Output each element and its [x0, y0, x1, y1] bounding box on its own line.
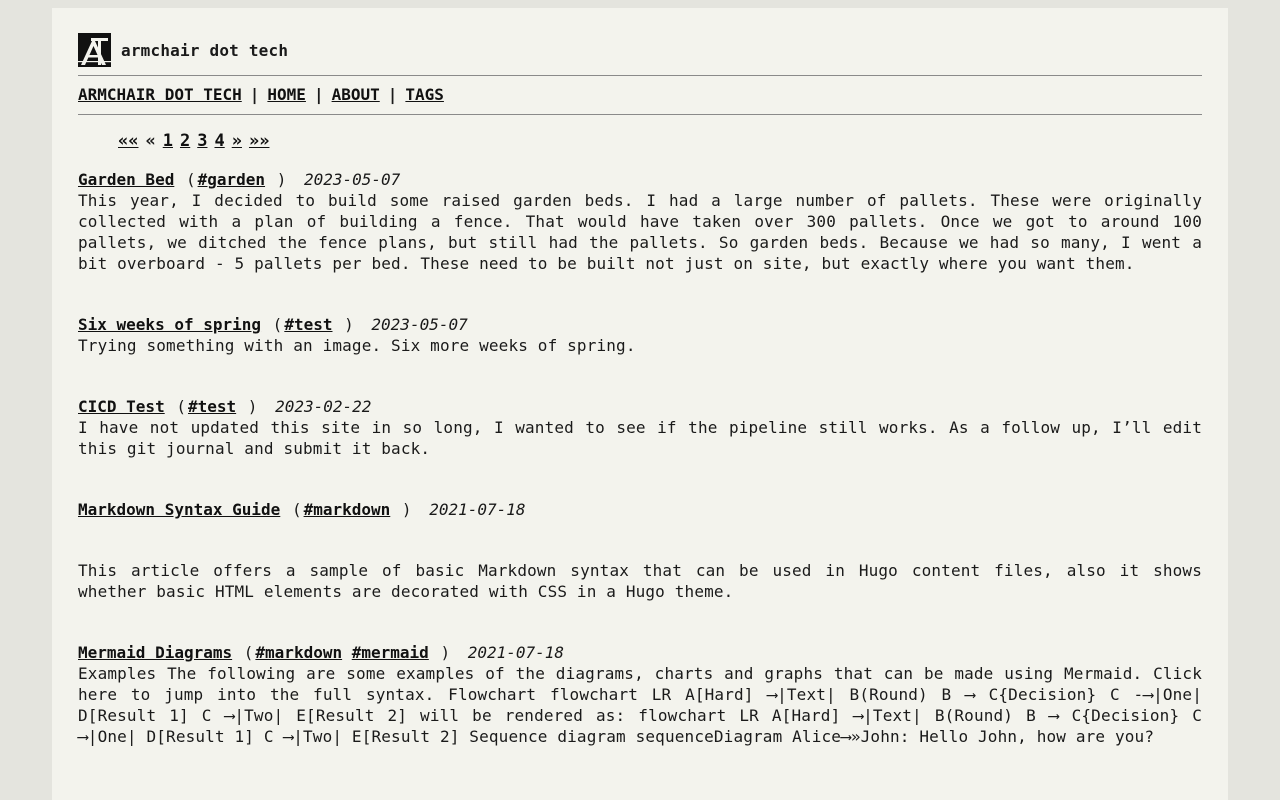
post-title-link[interactable]: Markdown Syntax Guide [78, 500, 280, 519]
nav-item-home[interactable]: HOME [267, 85, 306, 104]
nav-item-armchair-dot-tech[interactable]: ARMCHAIR DOT TECH [78, 85, 242, 104]
site-header: armchair dot tech [78, 33, 288, 67]
post-title-link[interactable]: Mermaid Diagrams [78, 643, 232, 662]
post-item: Garden Bed (#garden ) 2023-05-07 This ye… [78, 169, 1202, 274]
tag-link-garden[interactable]: #garden [198, 170, 265, 189]
tag-link-markdown[interactable]: #markdown [304, 500, 391, 519]
tag-link-test[interactable]: #test [188, 397, 236, 416]
pager-page-4[interactable]: 4 [214, 131, 224, 151]
post-date: 2023-05-07 [303, 170, 401, 189]
tag-link-markdown[interactable]: #markdown [255, 643, 342, 662]
tag-link-mermaid[interactable]: #mermaid [352, 643, 429, 662]
pager-next-link[interactable]: » [232, 131, 242, 151]
main-nav: ARMCHAIR DOT TECH | HOME | ABOUT | TAGS [78, 85, 444, 104]
pagination: «« «1 2 3 4»»» [118, 131, 276, 151]
nav-separator: | [313, 85, 324, 104]
pager-prev-label: « [145, 131, 156, 151]
post-title-link[interactable]: Garden Bed [78, 170, 174, 189]
post-header: Six weeks of spring (#test ) 2023-05-07 [78, 315, 468, 334]
nav-separator: | [249, 85, 260, 104]
nav-separator: | [387, 85, 398, 104]
nav-item-tags[interactable]: TAGS [405, 85, 444, 104]
post-header: Markdown Syntax Guide (#markdown ) 2021-… [78, 500, 526, 519]
post-date: 2023-02-22 [275, 397, 372, 416]
post-date: 2021-07-18 [429, 500, 526, 519]
post-item: Six weeks of spring (#test ) 2023-05-07 … [78, 314, 1202, 356]
pager-page-3[interactable]: 3 [197, 131, 207, 151]
post-title-link[interactable]: CICD Test [78, 397, 165, 416]
post-summary: Trying something with an image. Six more… [78, 336, 636, 355]
nav-item-about[interactable]: ABOUT [332, 85, 380, 104]
nav-divider [78, 114, 1202, 115]
post-summary: This article offers a sample of basic Ma… [78, 561, 1202, 601]
post-date: 2021-07-18 [467, 643, 565, 662]
post-header: Garden Bed (#garden ) 2023-05-07 [78, 170, 401, 189]
post-item: Markdown Syntax Guide (#markdown ) 2021-… [78, 499, 1202, 602]
site-title[interactable]: armchair dot tech [121, 41, 288, 60]
post-title-link[interactable]: Six weeks of spring [78, 315, 261, 334]
post-header: CICD Test (#test ) 2023-02-22 [78, 397, 372, 416]
tag-link-test[interactable]: #test [284, 315, 332, 334]
pager-page-2[interactable]: 2 [180, 131, 190, 151]
post-item: Mermaid Diagrams (#markdown #mermaid ) 2… [78, 642, 1202, 747]
post-header: Mermaid Diagrams (#markdown #mermaid ) 2… [78, 643, 565, 662]
post-summary: Examples The following are some examples… [78, 664, 1202, 746]
pager-page-1[interactable]: 1 [163, 131, 173, 151]
header-divider [78, 75, 1202, 76]
armchair-tech-logo-icon[interactable] [78, 33, 111, 67]
page-container: armchair dot tech ARMCHAIR DOT TECH | HOME… [52, 8, 1228, 800]
post-date: 2023-05-07 [371, 315, 468, 334]
post-summary: This year, I decided to build some raise… [78, 191, 1202, 273]
post-summary: I have not updated this site in so long,… [78, 418, 1202, 458]
pager-last-link[interactable]: »» [249, 131, 269, 151]
post-item: CICD Test (#test ) 2023-02-22 I have not… [78, 396, 1202, 459]
pager-first-link[interactable]: «« [118, 131, 138, 151]
